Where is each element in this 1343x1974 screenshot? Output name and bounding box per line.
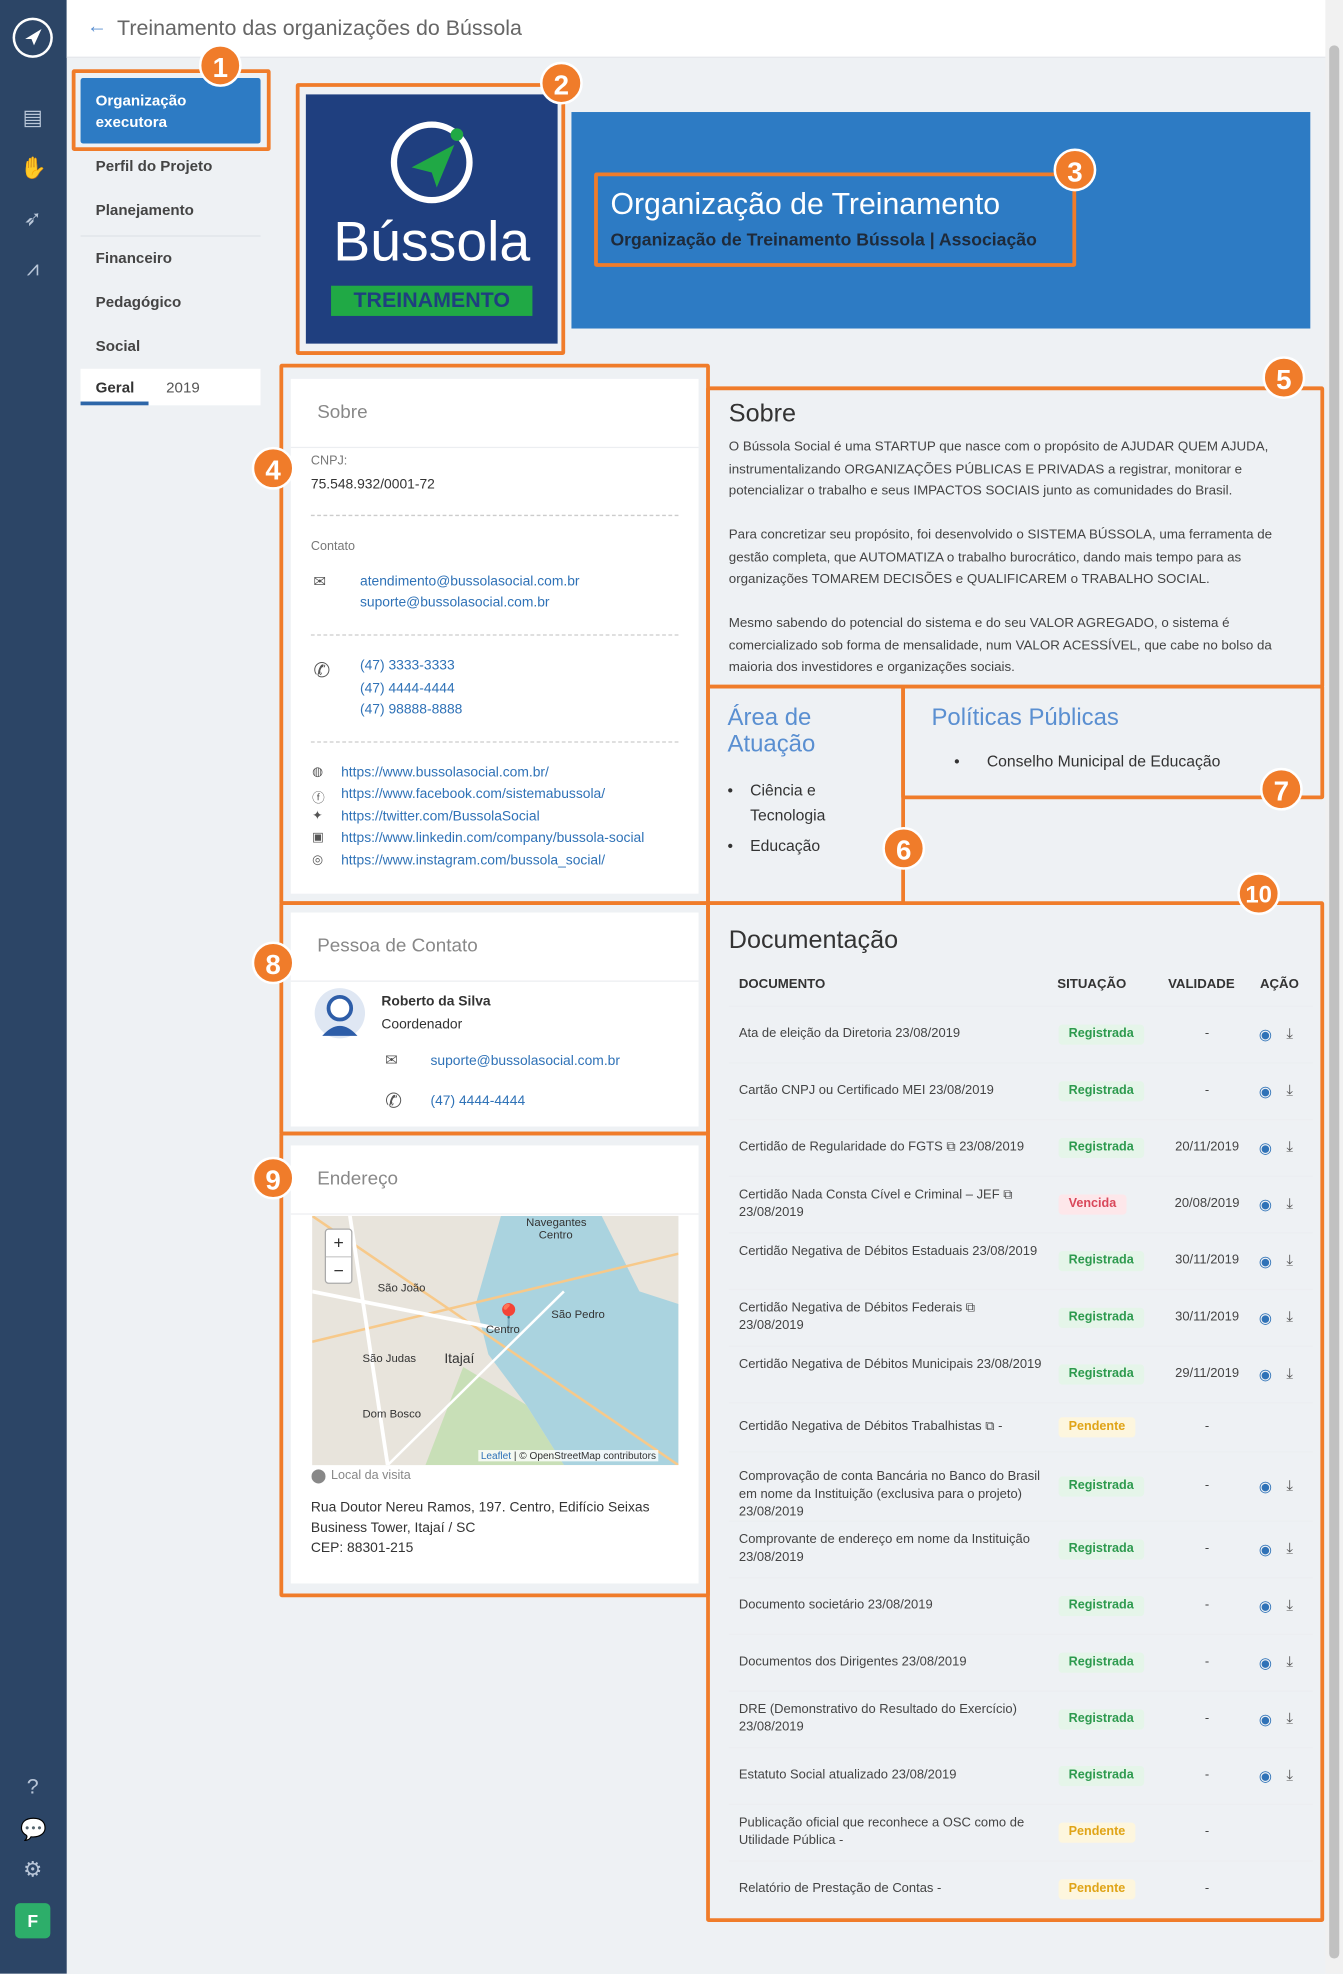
marker-badge: 7 bbox=[1259, 767, 1303, 811]
marker-badge: 2 bbox=[539, 61, 583, 105]
highlight-box bbox=[71, 69, 271, 152]
app-sidebar: ▤ ✋ ➶ ⩘ ? 💬 ⚙ F bbox=[0, 0, 67, 1974]
highlight-box bbox=[295, 83, 566, 355]
page-title: Treinamento das organizações do Bússola bbox=[117, 16, 522, 41]
hand-icon[interactable]: ✋ bbox=[20, 156, 47, 181]
top-bar: ← Treinamento das organizações do Bússol… bbox=[66, 0, 1326, 58]
marker-badge: 9 bbox=[251, 1156, 295, 1200]
nav-divider bbox=[80, 235, 261, 237]
chart-icon[interactable]: ⩘ bbox=[20, 257, 45, 282]
highlight-box bbox=[279, 1131, 710, 1598]
highlight-box bbox=[594, 172, 1077, 267]
nav-item-financeiro[interactable]: Financeiro bbox=[96, 249, 172, 267]
highlight-box bbox=[279, 363, 710, 906]
marker-badge: 10 bbox=[1237, 872, 1281, 916]
marker-badge: 6 bbox=[882, 826, 926, 870]
tab-2019[interactable]: 2019 bbox=[166, 379, 200, 397]
gear-icon[interactable]: ⚙ bbox=[20, 1858, 45, 1883]
marker-badge: 3 bbox=[1053, 148, 1097, 192]
help-icon[interactable]: ? bbox=[20, 1775, 45, 1800]
highlight-box bbox=[279, 901, 710, 1136]
user-avatar[interactable]: F bbox=[15, 1903, 51, 1939]
highlight-box bbox=[706, 684, 906, 906]
tab-underline bbox=[80, 401, 149, 406]
document-icon[interactable]: ▤ bbox=[20, 106, 45, 131]
chat-icon[interactable]: 💬 bbox=[20, 1818, 47, 1843]
tab-geral[interactable]: Geral bbox=[96, 379, 135, 397]
rocket-icon[interactable]: ➶ bbox=[20, 206, 45, 231]
marker-badge: 4 bbox=[251, 446, 295, 490]
highlight-box bbox=[706, 386, 1325, 689]
marker-badge: 8 bbox=[251, 941, 295, 985]
nav-item-perfil[interactable]: Perfil do Projeto bbox=[96, 157, 213, 175]
compass-icon[interactable] bbox=[12, 17, 53, 58]
nav-item-social[interactable]: Social bbox=[96, 337, 141, 355]
marker-badge: 1 bbox=[198, 44, 242, 87]
scrollbar[interactable] bbox=[1325, 0, 1343, 1974]
back-arrow-icon[interactable]: ← bbox=[87, 16, 107, 39]
nav-item-pedagogico[interactable]: Pedagógico bbox=[96, 293, 182, 311]
year-tabs: Geral 2019 bbox=[80, 368, 261, 406]
highlight-box bbox=[706, 901, 1325, 1923]
nav-item-planejamento[interactable]: Planejamento bbox=[96, 201, 194, 219]
scrollbar-thumb[interactable] bbox=[1329, 45, 1340, 1959]
marker-badge: 5 bbox=[1262, 356, 1306, 400]
